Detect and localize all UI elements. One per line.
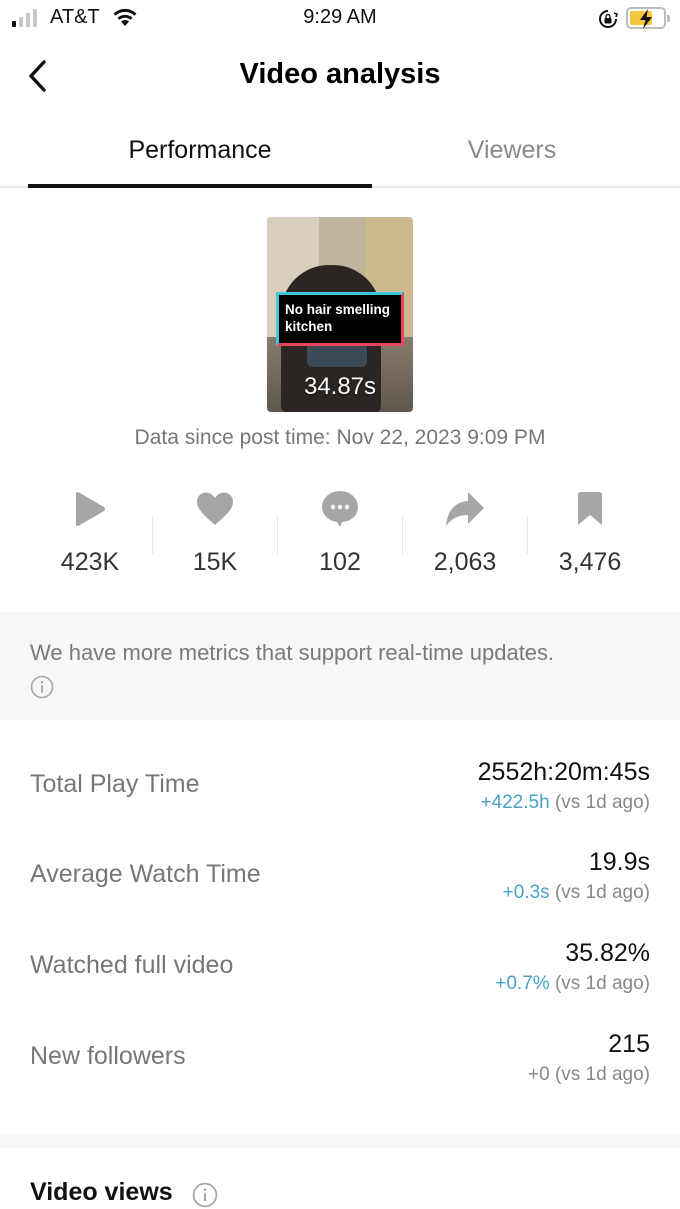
charging-bolt-icon: [640, 9, 652, 29]
metric-value: 2552h:20m:45s: [477, 758, 650, 786]
engagement-stats: 423K 15K 102 2,063 3,476: [28, 484, 652, 594]
stat-comments[interactable]: 102: [278, 484, 402, 594]
delta-suffix: (vs 1d ago): [554, 1064, 650, 1085]
status-bar: AT&T 9:29 AM: [0, 0, 680, 38]
metric-value: 215: [608, 1030, 650, 1058]
post-time-label: Data since post time: Nov 22, 2023 9:09 …: [134, 426, 546, 449]
delta-suffix: (vs 1d ago): [554, 882, 650, 903]
stat-value: 423K: [60, 548, 120, 576]
tab-bar: Performance Viewers: [0, 120, 680, 188]
notice-text: We have more metrics that support real-t…: [30, 640, 555, 665]
metric-new-followers: New followers 215 +0 (vs 1d ago): [0, 1020, 680, 1100]
clock: 9:29 AM: [303, 6, 377, 28]
info-icon: [192, 1182, 218, 1208]
video-thumbnail[interactable]: No hair smelling kitchen 34.87s: [267, 217, 413, 412]
share-icon: [446, 492, 484, 526]
video-views-info-button[interactable]: [192, 1182, 218, 1209]
metric-value: 19.9s: [588, 848, 650, 876]
heart-icon: [197, 492, 233, 525]
video-caption-overlay: No hair smelling kitchen: [276, 292, 404, 346]
delta-suffix: (vs 1d ago): [554, 792, 650, 813]
delta-change: +0.7%: [495, 973, 550, 994]
stat-views[interactable]: 423K: [28, 484, 152, 594]
bookmark-icon: [578, 492, 602, 525]
metric-delta: +422.5h (vs 1d ago): [480, 792, 650, 814]
metric-label: Watched full video: [30, 951, 234, 979]
delta-change: +0: [528, 1064, 550, 1085]
active-tab-indicator: [28, 184, 372, 188]
rotation-lock-icon: [598, 9, 619, 34]
metric-total-play-time: Total Play Time 2552h:20m:45s +422.5h (v…: [0, 748, 680, 828]
tab-performance[interactable]: Performance: [28, 136, 372, 165]
delta-change: +422.5h: [480, 792, 550, 813]
delta-suffix: (vs 1d ago): [554, 973, 650, 994]
comment-icon: [322, 491, 358, 527]
metric-delta: +0 (vs 1d ago): [528, 1064, 650, 1086]
metric-delta: +0.7% (vs 1d ago): [495, 973, 650, 995]
stat-value: 2,063: [433, 548, 497, 576]
metric-label: Average Watch Time: [30, 860, 261, 888]
metric-average-watch-time: Average Watch Time 19.9s +0.3s (vs 1d ag…: [0, 838, 680, 918]
battery-icon: [626, 7, 670, 29]
notice-info-button[interactable]: [30, 675, 54, 704]
play-icon: [76, 492, 105, 526]
tab-viewers[interactable]: Viewers: [372, 136, 652, 165]
stat-value: 102: [319, 548, 361, 576]
stat-saves[interactable]: 3,476: [528, 484, 652, 594]
metric-watched-full-video: Watched full video 35.82% +0.7% (vs 1d a…: [0, 929, 680, 1009]
realtime-metrics-notice: We have more metrics that support real-t…: [0, 612, 680, 720]
section-divider: [0, 1134, 680, 1148]
metric-label: New followers: [30, 1042, 186, 1070]
metric-delta: +0.3s (vs 1d ago): [503, 882, 650, 904]
video-duration: 34.87s: [303, 373, 377, 400]
metric-value: 35.82%: [565, 939, 650, 967]
video-views-heading: Video views: [30, 1178, 173, 1206]
info-icon: [30, 675, 54, 699]
stat-value: 15K: [192, 548, 238, 576]
stat-value: 3,476: [558, 548, 622, 576]
header: Video analysis: [0, 44, 680, 110]
stat-likes[interactable]: 15K: [153, 484, 277, 594]
stat-shares[interactable]: 2,063: [403, 484, 527, 594]
metric-label: Total Play Time: [30, 770, 200, 798]
page-title: Video analysis: [239, 58, 441, 90]
delta-change: +0.3s: [502, 882, 550, 903]
